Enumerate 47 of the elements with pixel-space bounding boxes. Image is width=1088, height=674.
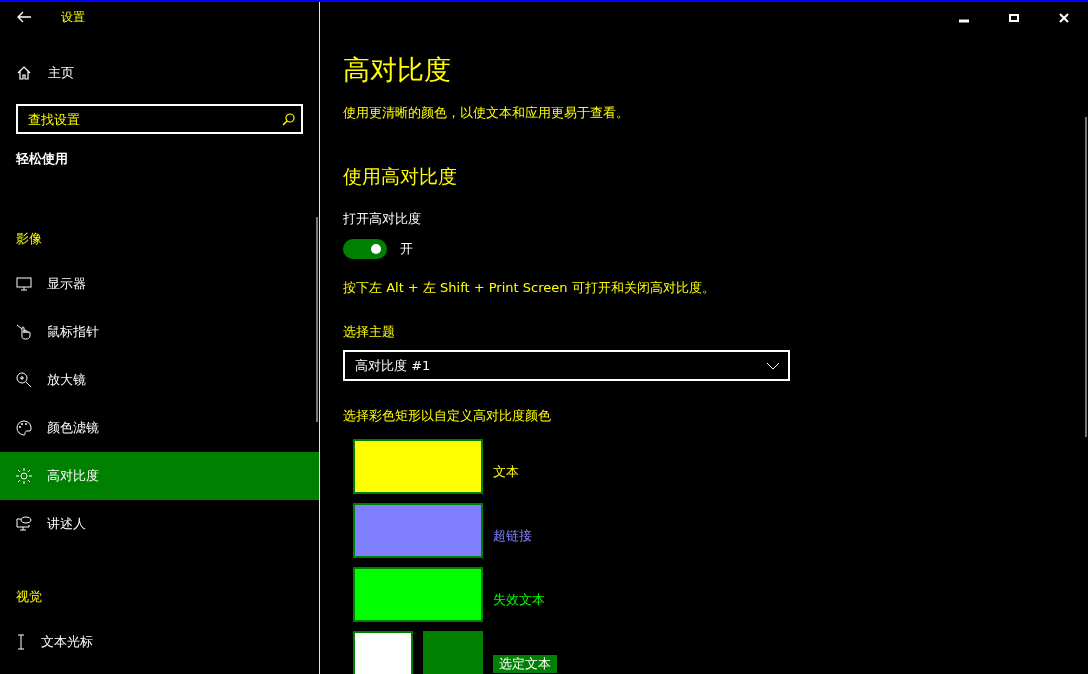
toggle-switch[interactable]	[343, 239, 387, 259]
color-swatch[interactable]	[353, 439, 483, 494]
color-swatch[interactable]	[423, 631, 483, 674]
group-heading: 视觉	[15, 588, 43, 606]
back-icon[interactable]	[17, 11, 31, 23]
search-field[interactable]: 查找设置	[16, 104, 303, 134]
shortcut-hint: 按下左 Alt + 左 Shift + Print Screen 可打开和关闭高对比度。	[343, 279, 716, 297]
group-heading: 影像	[15, 230, 43, 248]
sidebar-item[interactable]: 颜色滤镜	[0, 404, 319, 452]
color-swatch[interactable]	[353, 631, 413, 674]
chevron-down-icon	[766, 361, 780, 370]
narrator-icon	[16, 516, 32, 532]
scrollbar[interactable]	[1085, 117, 1087, 437]
colors-label: 选择彩色矩形以自定义高对比度颜色	[343, 407, 552, 425]
search-icon	[282, 113, 295, 126]
sidebar-item[interactable]: 显示器	[0, 260, 319, 308]
close-icon[interactable]	[1058, 12, 1070, 24]
page-title: 高对比度	[343, 53, 452, 87]
hand-pointer-icon	[16, 324, 32, 340]
sidebar-item[interactable]: 放大镜	[0, 356, 319, 404]
monitor-icon	[16, 277, 32, 291]
section-title: 使用高对比度	[343, 164, 458, 189]
window-title: 设置	[61, 8, 85, 26]
toggle-label: 打开高对比度	[343, 210, 422, 228]
swatch-label: 失效文本	[493, 590, 545, 609]
sidebar-item[interactable]: 高对比度	[0, 452, 319, 500]
sidebar-item[interactable]: 文本光标	[0, 618, 319, 666]
category-heading: 轻松使用	[15, 150, 69, 168]
sidebar-item[interactable]: 讲述人	[0, 500, 319, 548]
text-cursor-icon	[16, 634, 26, 650]
theme-label: 选择主题	[343, 323, 396, 341]
sun-icon	[16, 468, 32, 484]
color-swatch[interactable]	[353, 567, 483, 622]
swatch-label: 超链接	[493, 526, 532, 545]
color-swatch[interactable]	[353, 503, 483, 558]
palette-icon	[16, 420, 32, 436]
magnifier-icon	[16, 372, 32, 388]
home-icon	[17, 66, 31, 80]
toggle-state: 开	[400, 240, 413, 258]
maximize-icon[interactable]	[1008, 12, 1020, 24]
theme-dropdown[interactable]: 高对比度 #1	[343, 350, 790, 381]
page-description: 使用更清晰的颜色，以使文本和应用更易于查看。	[343, 104, 630, 122]
swatch-label: 文本	[493, 462, 519, 481]
sidebar-item[interactable]: 鼠标指针	[0, 308, 319, 356]
scrollbar[interactable]	[316, 217, 318, 422]
swatch-label: 选定文本	[493, 654, 557, 673]
home-link[interactable]: 主页	[0, 32, 319, 87]
